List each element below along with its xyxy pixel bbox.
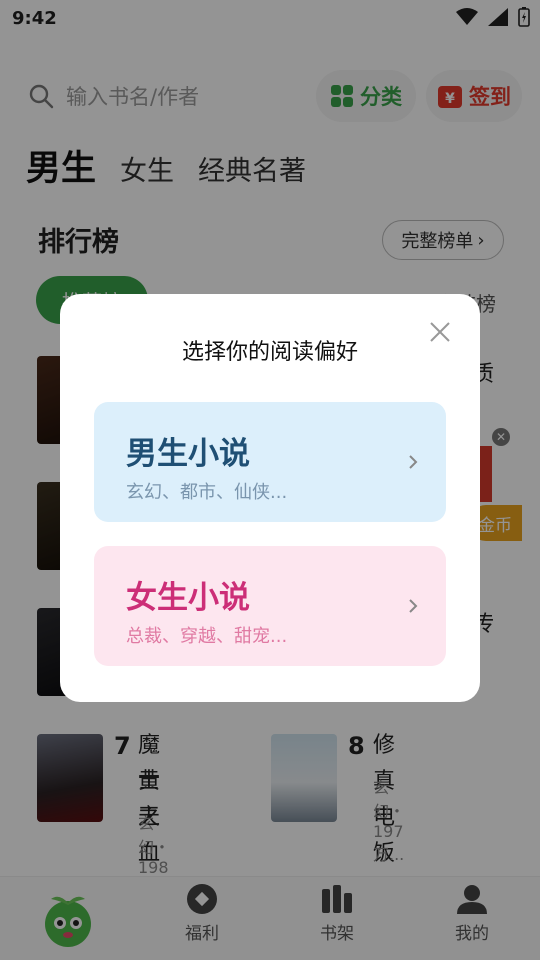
dialog-title: 选择你的阅读偏好 [181, 340, 358, 365]
chevron-right-icon [409, 599, 418, 613]
male-novel-subtitle: 玄幻、都市、仙侠... [126, 482, 288, 503]
female-novel-option[interactable]: 女生小说 总裁、穿越、甜宠... [94, 546, 446, 666]
male-novel-option[interactable]: 男生小说 玄幻、都市、仙侠... [94, 402, 446, 522]
chevron-right-icon [409, 455, 418, 469]
female-novel-title: 女生小说 [126, 580, 250, 616]
close-icon[interactable] [428, 320, 452, 344]
reading-preference-dialog: 选择你的阅读偏好 男生小说 玄幻、都市、仙侠... 女生小说 总裁、穿越、甜宠.… [60, 294, 480, 702]
female-novel-subtitle: 总裁、穿越、甜宠... [126, 626, 288, 647]
male-novel-title: 男生小说 [126, 436, 250, 472]
